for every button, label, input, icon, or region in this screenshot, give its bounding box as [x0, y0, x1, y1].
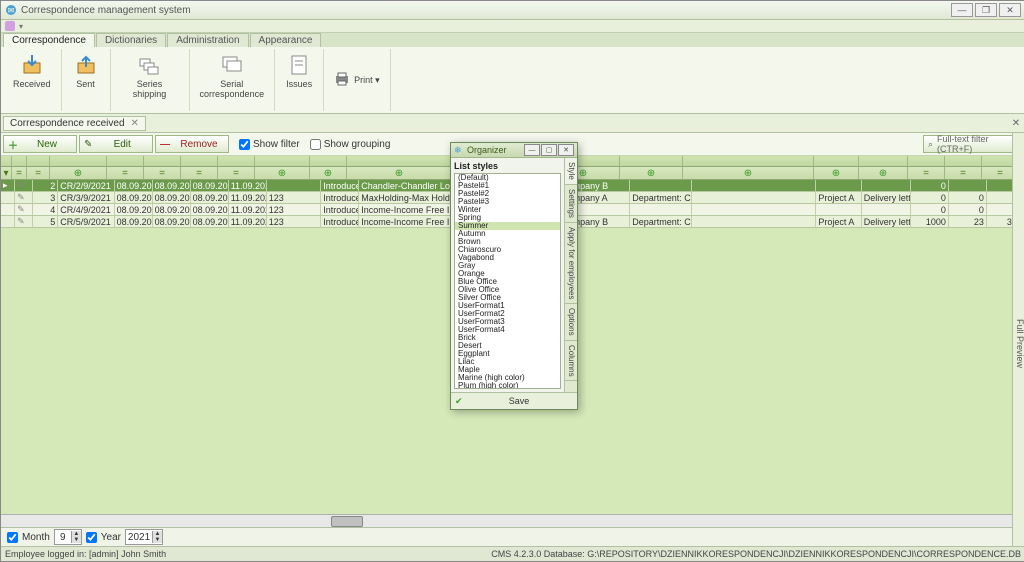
new-button[interactable]: ＋New	[3, 135, 77, 153]
show-grouping-check[interactable]: Show grouping	[310, 139, 391, 150]
ribbon-tabstrip: Correspondence Dictionaries Administrati…	[1, 33, 1024, 47]
serial-correspondence-icon	[220, 53, 244, 77]
doc-tab-close[interactable]: ✕	[131, 118, 139, 129]
titlebar: ✉ Correspondence management system — ❐ ✕	[1, 1, 1024, 20]
status-db: CMS 4.2.3.0 Database: G:\REPOSITORY\DZIE…	[491, 549, 1021, 559]
document-tabs: Correspondence received ✕ ✕	[1, 114, 1024, 133]
style-option[interactable]: Plum (high color)	[455, 382, 560, 389]
organizer-close[interactable]: ✕	[558, 144, 574, 156]
series-shipping-icon	[138, 53, 162, 77]
app-window: ✉ Correspondence management system — ❐ ✕…	[0, 0, 1024, 562]
minus-icon: —	[160, 139, 170, 150]
serial-correspondence-button[interactable]: Serial correspondence	[194, 51, 271, 109]
statusbar: Employee logged in: [admin] John Smith C…	[1, 546, 1024, 561]
status-user: Employee logged in: [admin] John Smith	[5, 549, 166, 559]
maximize-button[interactable]: ❐	[975, 3, 997, 17]
issues-icon	[287, 53, 311, 77]
month-check[interactable]	[7, 532, 18, 543]
horizontal-scrollbar[interactable]	[1, 514, 1024, 527]
side-tab-settings[interactable]: Settings	[565, 185, 577, 223]
tab-dictionaries[interactable]: Dictionaries	[96, 33, 166, 47]
close-button[interactable]: ✕	[999, 3, 1021, 17]
print-button[interactable]: Print ▾	[328, 69, 386, 91]
organizer-max[interactable]: ▢	[541, 144, 557, 156]
side-tab-columns[interactable]: Columns	[565, 341, 577, 382]
period-bar: Month 9▲▼ Year 2021▲▼	[1, 527, 1024, 546]
qat-dropdown[interactable]: ▾	[19, 22, 23, 31]
year-check[interactable]	[86, 532, 97, 543]
issues-button[interactable]: Issues	[280, 51, 318, 109]
quick-access-bar: ▾	[1, 20, 1024, 33]
edit-button[interactable]: ✎Edit	[79, 135, 153, 153]
organizer-dialog: ❄ Organizer — ▢ ✕ List styles (Default)P…	[450, 142, 578, 410]
qat-icon[interactable]	[5, 21, 15, 31]
series-shipping-button[interactable]: Series shipping	[127, 51, 173, 109]
plus-icon: ＋	[8, 137, 18, 152]
year-label: Year	[101, 532, 121, 543]
received-icon	[20, 53, 44, 77]
scrollbar-thumb[interactable]	[331, 516, 363, 527]
sent-button[interactable]: Sent	[68, 51, 104, 109]
styles-listbox[interactable]: (Default)Pastel#1Pastel#2Pastel#3WinterS…	[454, 173, 561, 389]
remove-button[interactable]: —Remove	[155, 135, 229, 153]
doc-tab-received[interactable]: Correspondence received ✕	[3, 116, 146, 131]
minimize-button[interactable]: —	[951, 3, 973, 17]
organizer-icon: ❄	[454, 145, 464, 155]
ribbon: Received Sent Series shipping Serial cor…	[1, 47, 1024, 114]
tab-correspondence[interactable]: Correspondence	[3, 33, 95, 47]
organizer-footer: ✔ Save	[451, 392, 577, 409]
side-tab-style[interactable]: Style	[565, 158, 577, 185]
organizer-side-tabs: Style Settings Apply for employees Optio…	[564, 158, 577, 392]
pencil-icon: ✎	[84, 139, 92, 150]
organizer-min[interactable]: —	[524, 144, 540, 156]
tab-administration[interactable]: Administration	[167, 33, 248, 47]
doc-tabs-close-all[interactable]: ✕	[1009, 116, 1023, 130]
apply-check-icon[interactable]: ✔	[455, 396, 465, 406]
funnel-icon: ⌕	[928, 139, 933, 150]
svg-text:✉: ✉	[8, 6, 15, 15]
tab-appearance[interactable]: Appearance	[250, 33, 322, 47]
side-tab-apply[interactable]: Apply for employees	[565, 223, 577, 304]
month-spinner[interactable]: 9▲▼	[54, 529, 82, 545]
organizer-titlebar[interactable]: ❄ Organizer — ▢ ✕	[451, 143, 577, 158]
full-preview-panel[interactable]: Full Preview	[1012, 133, 1024, 546]
month-label: Month	[22, 532, 50, 543]
print-icon	[334, 71, 350, 87]
save-button[interactable]: Save	[465, 396, 573, 406]
full-text-filter[interactable]: ⌕Full-text filter (CTR+F)	[923, 135, 1023, 153]
show-filter-check[interactable]: Show filter	[239, 139, 300, 150]
received-button[interactable]: Received	[7, 51, 57, 109]
side-tab-options[interactable]: Options	[565, 304, 577, 341]
app-icon: ✉	[5, 4, 17, 16]
year-spinner[interactable]: 2021▲▼	[125, 529, 163, 545]
window-controls: — ❐ ✕	[951, 3, 1021, 17]
list-styles-label: List styles	[454, 161, 561, 171]
app-title: Correspondence management system	[21, 5, 191, 16]
sent-icon	[74, 53, 98, 77]
